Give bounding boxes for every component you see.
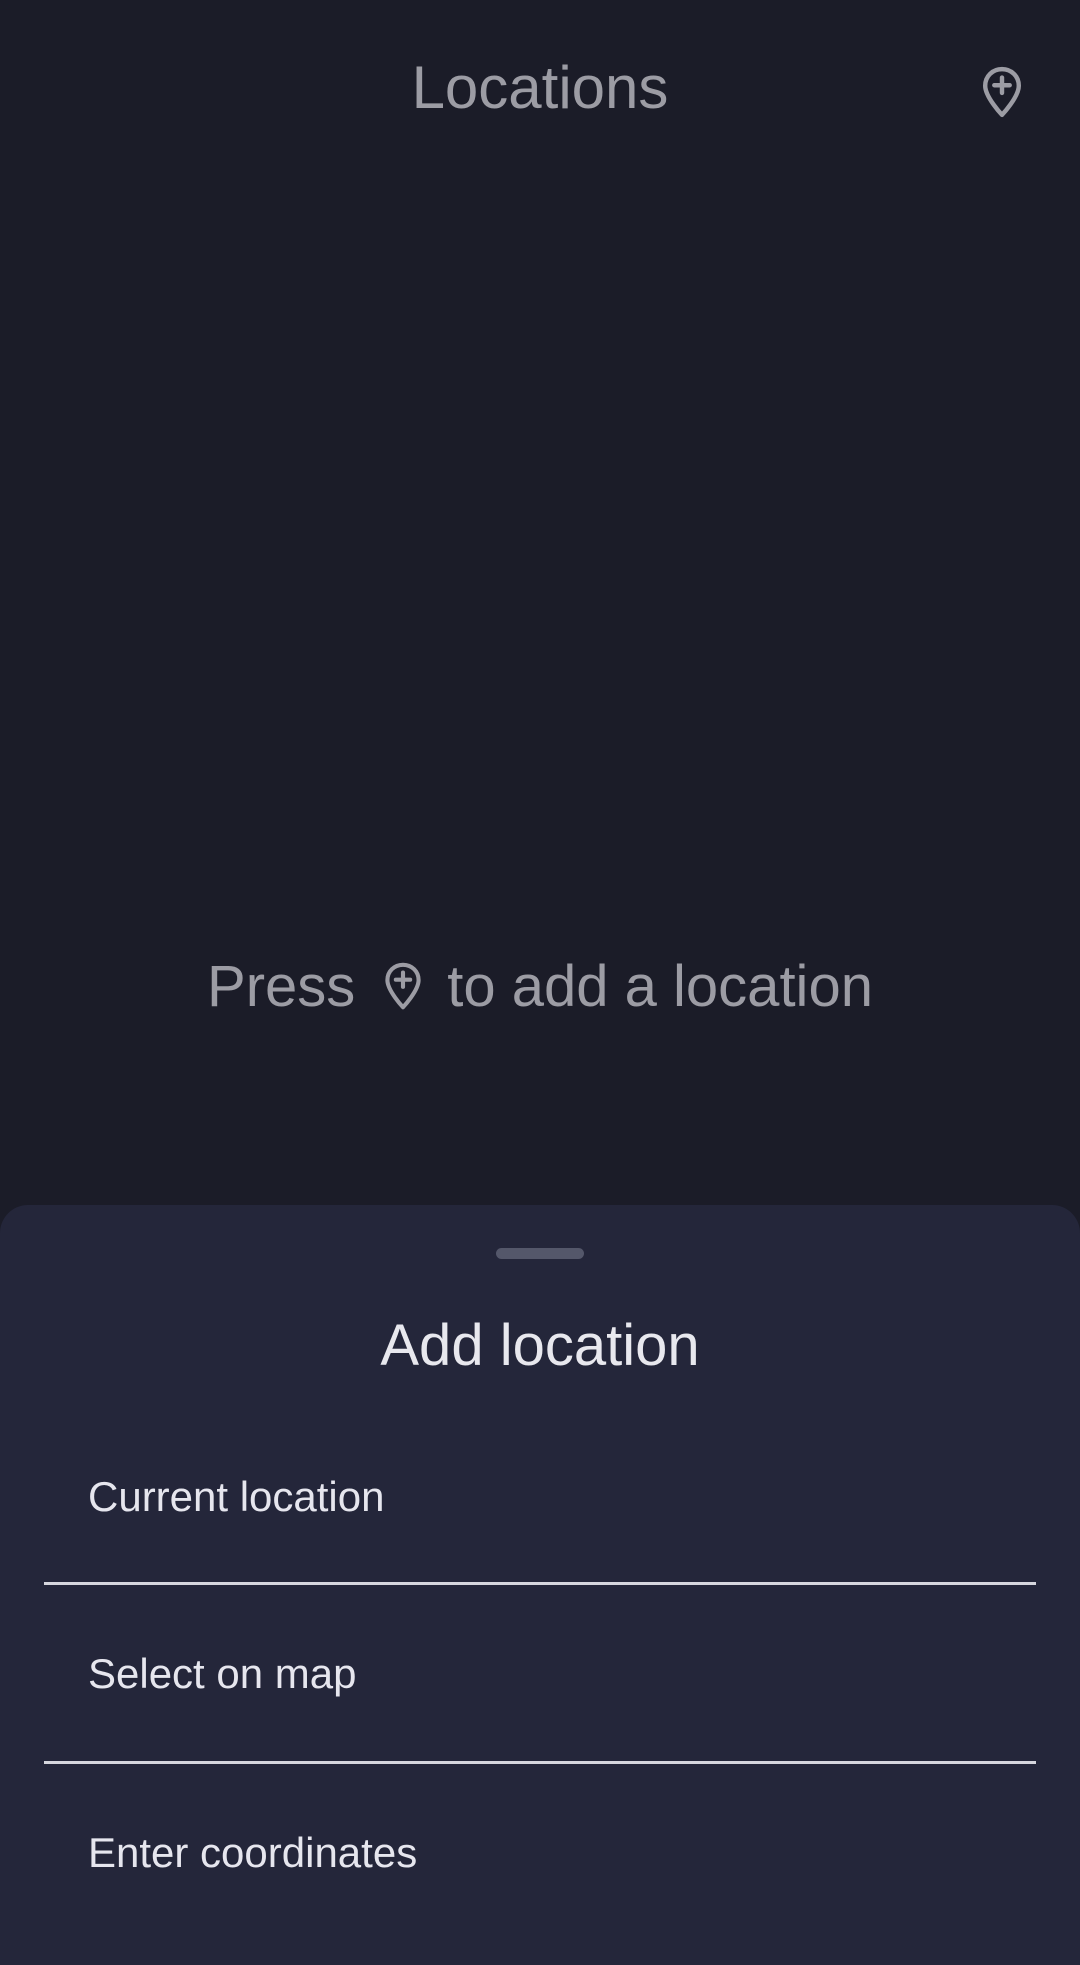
option-label: Select on map	[88, 1650, 357, 1697]
option-current-location[interactable]: Current location	[44, 1408, 1036, 1586]
add-location-icon	[385, 962, 421, 1010]
empty-state-hint: Press to add a location	[0, 946, 1080, 1026]
hint-text-before: Press	[207, 953, 356, 1019]
add-location-bottom-sheet: Add location Current location Select on …	[0, 1205, 1080, 1965]
sheet-title: Add location	[380, 1313, 700, 1378]
top-app-bar: Locations	[0, 0, 1080, 180]
hint-add-location	[377, 958, 429, 1014]
page-title: Locations	[411, 54, 669, 121]
hint-text-after: to add a location	[447, 953, 873, 1019]
option-enter-coordinates[interactable]: Enter coordinates	[44, 1764, 1036, 1942]
option-label: Enter coordinates	[88, 1829, 418, 1876]
locations-screen: Locations Press to add a location Add lo…	[0, 0, 1080, 1965]
option-select-on-map[interactable]: Select on map	[44, 1585, 1036, 1763]
add-location-icon	[982, 66, 1022, 118]
sheet-drag-handle[interactable]	[496, 1248, 584, 1259]
add-location-button[interactable]	[966, 56, 1038, 128]
option-label: Current location	[88, 1473, 385, 1520]
